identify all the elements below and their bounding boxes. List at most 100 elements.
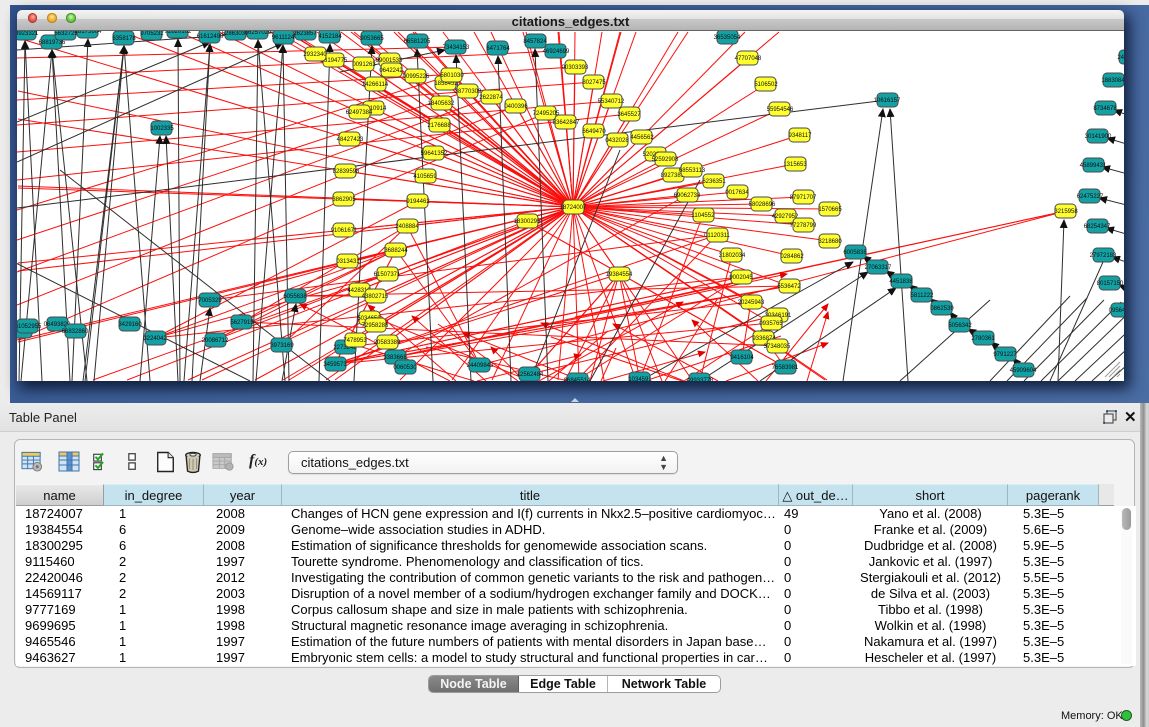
svg-text:55954546: 55954546 [767, 107, 794, 113]
svg-text:62475227: 62475227 [1077, 194, 1104, 200]
svg-text:47707048: 47707048 [735, 56, 762, 62]
svg-text:61052955: 61052955 [17, 324, 42, 330]
svg-text:0060530: 0060530 [393, 365, 417, 371]
svg-text:6055638: 6055638 [283, 294, 307, 300]
svg-text:0400396: 0400396 [504, 104, 528, 110]
svg-text:61507371: 61507371 [374, 272, 401, 278]
svg-text:7005329: 7005329 [198, 298, 222, 304]
svg-text:9348117: 9348117 [789, 133, 813, 139]
svg-text:5627915: 5627915 [230, 320, 254, 326]
svg-text:9053665: 9053665 [360, 36, 384, 42]
svg-text:2622874: 2622874 [479, 95, 503, 101]
svg-text:9791227: 9791227 [993, 352, 1017, 358]
svg-text:68819736: 68819736 [39, 40, 66, 46]
svg-text:5056342: 5056342 [948, 323, 972, 329]
svg-text:69062738: 69062738 [674, 193, 701, 199]
svg-text:59641352: 59641352 [421, 151, 448, 157]
svg-text:9194462: 9194462 [406, 199, 430, 205]
svg-text:87971707: 87971707 [790, 195, 817, 201]
svg-text:1002335: 1002335 [150, 126, 174, 132]
svg-text:2408884: 2408884 [395, 224, 419, 230]
svg-text:8027475: 8027475 [582, 80, 606, 86]
svg-text:2623857: 2623857 [293, 31, 317, 37]
svg-text:9416104: 9416104 [730, 355, 754, 361]
svg-text:0284862: 0284862 [780, 254, 804, 260]
svg-text:3215958: 3215958 [1054, 209, 1078, 215]
svg-text:4456562: 4456562 [630, 135, 654, 141]
svg-text:09564229: 09564229 [1109, 308, 1124, 314]
svg-text:6005838: 6005838 [843, 250, 867, 256]
svg-text:1034591: 1034591 [628, 377, 652, 381]
svg-text:5106502: 5106502 [754, 82, 778, 88]
svg-text:20086712: 20086712 [202, 338, 229, 344]
svg-text:4451838: 4451838 [889, 279, 913, 285]
svg-text:30141900: 30141900 [1085, 134, 1112, 140]
svg-text:4152184: 4152184 [318, 34, 342, 40]
svg-text:9611124: 9611124 [272, 35, 295, 41]
svg-text:8457824: 8457824 [523, 39, 547, 45]
svg-text:86845514: 86845514 [564, 378, 591, 381]
svg-text:8734678: 8734678 [1093, 106, 1117, 112]
svg-text:3645527: 3645527 [617, 112, 641, 118]
svg-text:0642242: 0642242 [379, 68, 403, 74]
svg-text:0862539: 0862539 [930, 306, 954, 312]
svg-text:2176688: 2176688 [427, 123, 451, 129]
svg-text:1570665: 1570665 [818, 207, 842, 213]
svg-text:45899431: 45899431 [1080, 163, 1107, 169]
svg-text:63923321: 63923321 [17, 31, 39, 37]
svg-text:18300295: 18300295 [514, 219, 541, 225]
svg-text:37348035: 37348035 [764, 344, 791, 350]
svg-text:38770309: 38770309 [455, 89, 482, 95]
svg-text:24409843: 24409843 [467, 363, 494, 369]
svg-text:92820102: 92820102 [165, 31, 192, 35]
svg-text:18724007: 18724007 [560, 205, 587, 211]
svg-text:2780361: 2780361 [971, 336, 995, 342]
svg-text:4105659: 4105659 [413, 174, 437, 180]
svg-text:1883084: 1883084 [1101, 78, 1124, 84]
svg-text:00303393: 00303393 [562, 65, 589, 71]
svg-text:6358178: 6358178 [112, 36, 136, 42]
svg-text:80157150: 80157150 [1097, 281, 1124, 287]
svg-text:0091263: 0091263 [352, 62, 376, 68]
svg-text:61612490: 61612490 [197, 34, 224, 40]
svg-text:18405632: 18405632 [428, 101, 455, 107]
svg-text:86257029: 86257029 [245, 31, 272, 36]
svg-text:00995226: 00995226 [403, 74, 430, 80]
svg-text:48427423: 48427423 [337, 137, 364, 143]
svg-text:0313431: 0313431 [336, 259, 360, 265]
svg-text:2932340: 2932340 [303, 52, 327, 58]
svg-text:9002045: 9002045 [729, 275, 753, 281]
svg-text:0935765: 0935765 [759, 321, 783, 327]
svg-text:82839598: 82839598 [333, 169, 360, 175]
svg-text:68254347: 68254347 [1084, 224, 1111, 230]
svg-text:83642847: 83642847 [553, 120, 580, 126]
svg-text:46924699: 46924699 [543, 49, 570, 55]
svg-text:66581205: 66581205 [404, 39, 431, 45]
svg-text:3973169: 3973169 [270, 343, 294, 349]
svg-text:76583981: 76583981 [772, 365, 799, 371]
svg-text:3429160: 3429160 [118, 322, 142, 328]
svg-text:3862905: 3862905 [332, 197, 356, 203]
svg-text:5536472: 5536472 [777, 284, 801, 290]
svg-text:19384554: 19384554 [606, 272, 633, 278]
svg-text:7478953: 7478953 [343, 338, 367, 344]
svg-text:62497384: 62497384 [346, 110, 373, 116]
svg-text:52592908: 52592908 [652, 157, 679, 163]
svg-text:2463656: 2463656 [1117, 55, 1124, 61]
svg-text:72958288: 72958288 [362, 323, 389, 329]
svg-text:3688244: 3688244 [384, 248, 408, 254]
svg-text:12562484: 12562484 [517, 372, 544, 378]
svg-text:9705232: 9705232 [140, 31, 164, 37]
svg-text:01120311: 01120311 [704, 233, 730, 239]
svg-text:0017634: 0017634 [725, 190, 749, 196]
svg-text:3459573: 3459573 [323, 362, 347, 368]
svg-text:18175604: 18175604 [75, 31, 102, 35]
svg-text:27063317: 27063317 [865, 265, 892, 271]
svg-text:5811222: 5811222 [911, 293, 935, 299]
svg-text:3224042: 3224042 [143, 336, 167, 342]
svg-text:1104552: 1104552 [692, 213, 716, 219]
svg-text:6649470: 6649470 [582, 129, 606, 135]
svg-text:77278799: 77278799 [790, 223, 817, 229]
svg-text:49933778: 49933778 [687, 378, 714, 381]
svg-text:20245943: 20245943 [738, 300, 765, 306]
